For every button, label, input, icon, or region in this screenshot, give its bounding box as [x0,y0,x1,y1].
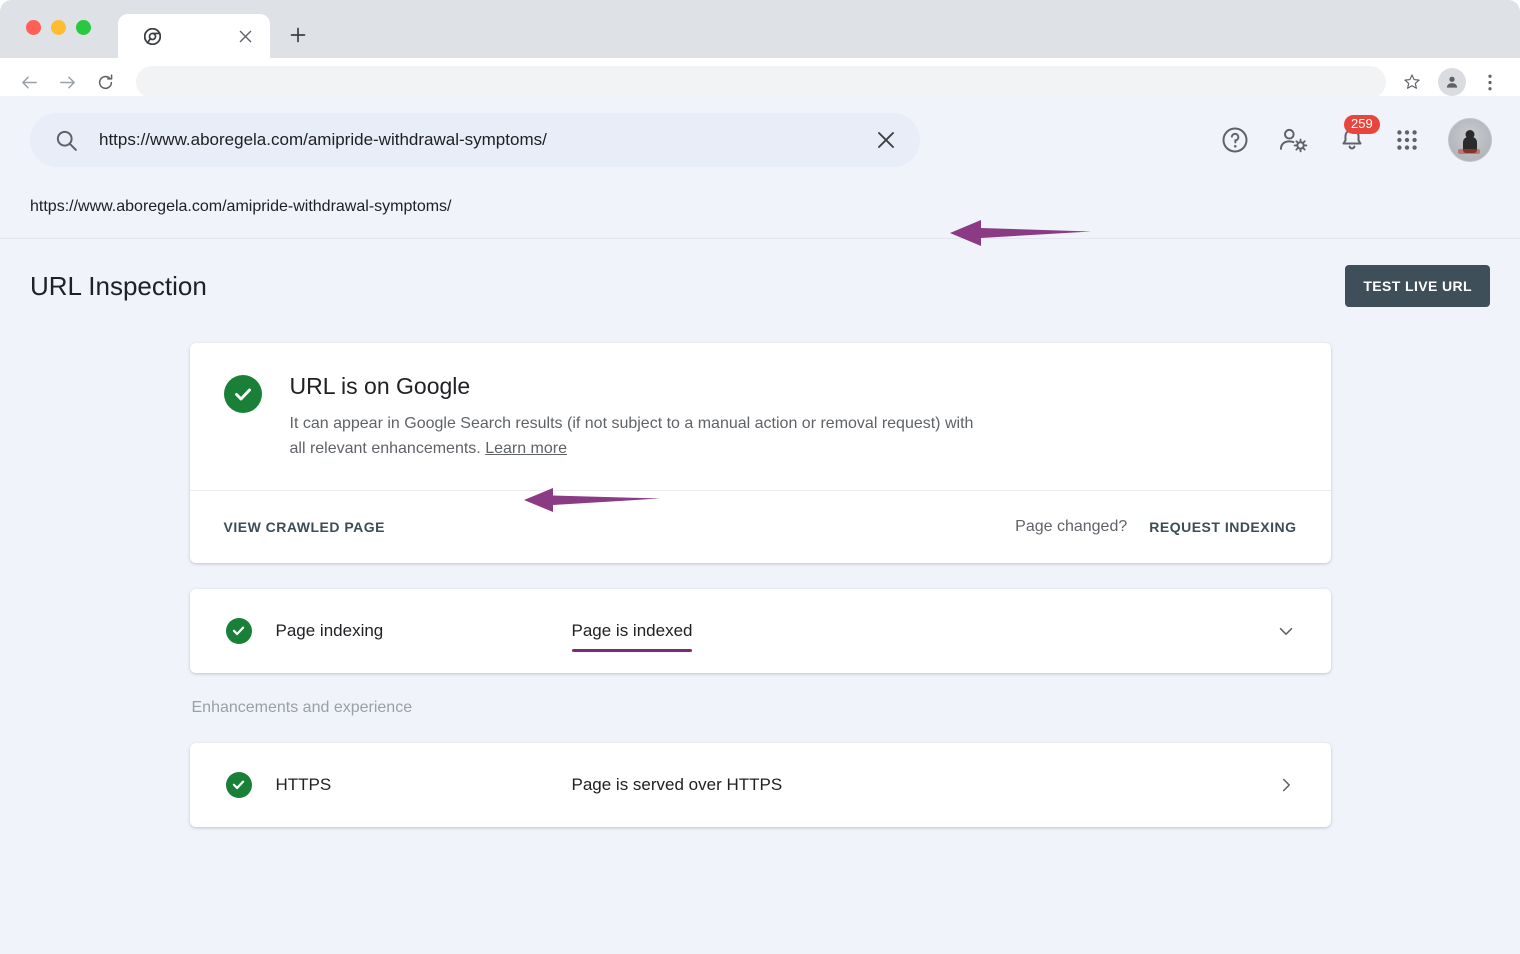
notification-count-badge: 259 [1344,115,1380,134]
enhancements-section-label: Enhancements and experience [190,699,1331,717]
view-crawled-page-button[interactable]: VIEW CRAWLED PAGE [224,519,385,535]
person-gear-icon[interactable] [1278,125,1310,155]
check-circle-icon [224,375,262,413]
search-console-page: https://www.aboregela.com/amipride-withd… [0,96,1520,954]
browser-tab[interactable] [118,14,270,58]
chevron-down-icon[interactable] [1275,620,1297,642]
notifications-bell-icon[interactable]: 259 [1338,126,1366,154]
verdict-description-text: It can appear in Google Search results (… [290,415,974,457]
toolbar-actions [1398,65,1508,99]
apps-grid-icon[interactable] [1394,127,1420,153]
url-inspection-search-value: https://www.aboregela.com/amipride-withd… [79,130,874,150]
page-indexing-status-text: Page is indexed [572,621,693,640]
https-status: Page is served over HTTPS [572,775,783,795]
verdict-title: URL is on Google [290,373,990,400]
tab-close-icon[interactable] [234,25,256,47]
address-bar[interactable] [136,66,1386,98]
browser-tabstrip [0,0,1520,58]
verdict-card: URL is on Google It can appear in Google… [190,343,1331,563]
underline-annotation [572,649,693,652]
page-changed-label: Page changed? [1015,518,1149,536]
check-circle-icon [226,772,252,798]
inspected-url-text: https://www.aboregela.com/amipride-withd… [0,184,1520,230]
inspection-results: URL is on Google It can appear in Google… [0,307,1520,827]
close-window-button[interactable] [26,20,41,35]
page-indexing-row[interactable]: Page indexing Page is indexed [190,589,1331,673]
browser-window: https://www.aboregela.com/amipride-withd… [0,0,1520,954]
avatar[interactable] [1448,118,1492,162]
test-live-url-button[interactable]: TEST LIVE URL [1345,265,1490,307]
back-button[interactable] [12,65,46,99]
reload-button[interactable] [88,65,122,99]
minimize-window-button[interactable] [51,20,66,35]
new-tab-button[interactable] [283,20,313,50]
browser-menu-icon[interactable] [1476,65,1504,99]
avatar-figure-mark [1458,149,1480,154]
https-label: HTTPS [252,775,572,795]
verdict-body: URL is on Google It can appear in Google… [190,343,1331,490]
page-title-row: URL Inspection TEST LIVE URL [0,239,1520,307]
page-title: URL Inspection [30,271,207,302]
page-indexing-label: Page indexing [252,621,572,641]
clear-search-icon[interactable] [874,128,898,152]
header-action-icons: 259 [1220,118,1492,162]
check-circle-icon [226,618,252,644]
bookmark-star-icon[interactable] [1398,68,1426,96]
chrome-favicon-icon [142,26,162,46]
verdict-actions: VIEW CRAWLED PAGE Page changed? REQUEST … [190,491,1331,563]
verdict-description: It can appear in Google Search results (… [290,412,990,462]
url-inspection-search-input[interactable]: https://www.aboregela.com/amipride-withd… [30,113,920,167]
forward-button[interactable] [50,65,84,99]
search-console-header: https://www.aboregela.com/amipride-withd… [0,96,1520,184]
page-indexing-status: Page is indexed [572,621,693,641]
verdict-text-block: URL is on Google It can appear in Google… [262,373,990,462]
help-circle-icon[interactable] [1220,125,1250,155]
search-icon [54,128,79,153]
learn-more-link[interactable]: Learn more [485,440,567,457]
window-traffic-lights [26,20,91,35]
maximize-window-button[interactable] [76,20,91,35]
https-row[interactable]: HTTPS Page is served over HTTPS [190,743,1331,827]
chevron-right-icon[interactable] [1275,774,1297,796]
browser-profile-icon[interactable] [1438,68,1466,96]
request-indexing-button[interactable]: REQUEST INDEXING [1149,519,1296,535]
